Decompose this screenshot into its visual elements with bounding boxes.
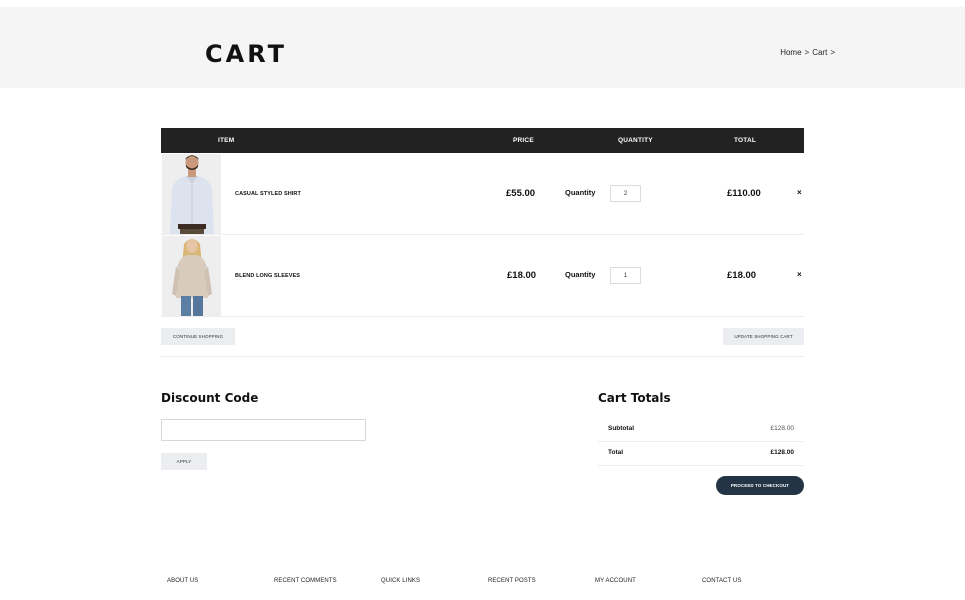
cart-row: BLEND LONG SLEEVES £18.00 Quantity £18.0… [161, 235, 804, 317]
subtotal-row: Subtotal £128.00 [598, 418, 804, 442]
cart-row: CASUAL STYLED SHIRT £55.00 Quantity £110… [161, 153, 804, 235]
footer-recent-comments: RECENT COMMENTS [274, 578, 337, 584]
quantity-label: Quantity [565, 188, 596, 197]
column-quantity: QUANTITY [618, 137, 653, 144]
footer-contact-us: CONTACT US [702, 578, 742, 584]
product-price: £18.00 [507, 270, 537, 281]
proceed-to-checkout-button[interactable]: PROCEED TO CHECKOUT [716, 476, 804, 495]
total-label: Total [608, 449, 624, 456]
breadcrumb-home[interactable]: Home [780, 48, 801, 57]
discount-title: Discount Code [161, 391, 259, 405]
product-image-shirt[interactable] [162, 154, 221, 234]
product-name[interactable]: CASUAL STYLED SHIRT [235, 191, 301, 197]
footer-quick-links: QUICK LINKS [381, 578, 421, 584]
product-total: £110.00 [727, 188, 761, 199]
quantity-label: Quantity [565, 270, 596, 279]
total-value: £128.00 [770, 449, 795, 456]
discount-code-input[interactable] [161, 419, 366, 441]
product-total: £18.00 [727, 270, 757, 281]
breadcrumb-separator: > [804, 48, 810, 57]
cart-table: ITEM PRICE QUANTITY TOTAL CASUAL STYLED … [161, 128, 804, 317]
cart-totals-title: Cart Totals [598, 391, 671, 405]
product-price: £55.00 [506, 188, 536, 199]
footer: ABOUT US RECENT COMMENTS QUICK LINKS REC… [167, 578, 817, 590]
column-total: TOTAL [734, 137, 757, 144]
footer-my-account: MY ACCOUNT [595, 578, 636, 584]
product-name[interactable]: BLEND LONG SLEEVES [235, 273, 300, 279]
footer-about-us: ABOUT US [167, 578, 199, 584]
divider [161, 356, 804, 357]
breadcrumb-separator: > [830, 48, 835, 57]
cart-totals-table: Subtotal £128.00 Total £128.00 [598, 418, 804, 466]
breadcrumb-cart: Cart [812, 48, 828, 57]
footer-recent-posts: RECENT POSTS [488, 578, 536, 584]
breadcrumb: Home > Cart > [780, 48, 835, 57]
remove-icon[interactable]: × [797, 270, 802, 279]
quantity-input[interactable] [610, 185, 641, 202]
page-title: CART [205, 40, 287, 68]
total-row: Total £128.00 [598, 442, 804, 466]
update-cart-button[interactable]: UPDATE SHOPPING CART [723, 328, 804, 345]
subtotal-value: £128.00 [770, 425, 795, 432]
column-price: PRICE [513, 137, 534, 144]
remove-icon[interactable]: × [797, 188, 802, 197]
cart-table-header: ITEM PRICE QUANTITY TOTAL [161, 128, 804, 153]
page-header: CART Home > Cart > [0, 7, 965, 88]
product-image-sweater[interactable] [162, 236, 221, 316]
quantity-input[interactable] [610, 267, 641, 284]
subtotal-label: Subtotal [608, 425, 634, 432]
column-item: ITEM [218, 137, 235, 144]
continue-shopping-button[interactable]: CONTINUE SHOPPING [161, 328, 235, 345]
apply-coupon-button[interactable]: APPLY [161, 453, 207, 470]
